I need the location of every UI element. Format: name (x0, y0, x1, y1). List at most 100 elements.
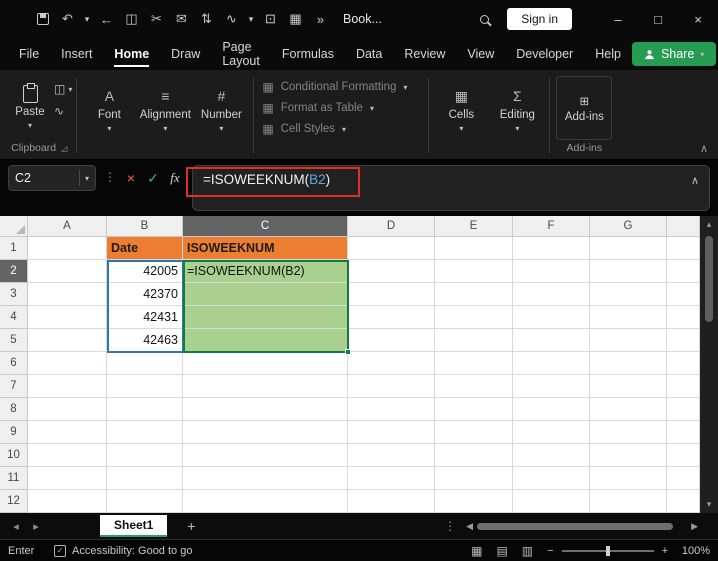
cell-partial-r11[interactable] (667, 467, 700, 490)
cell-B5[interactable]: 42463 (107, 329, 183, 352)
undo-dropdown-icon[interactable]: ▾ (80, 6, 94, 32)
cell-partial-r2[interactable] (667, 260, 700, 283)
formula-input[interactable]: =ISOWEEKNUM(B2) ∧ (192, 165, 710, 211)
col-header-E[interactable]: E (435, 216, 513, 237)
cell-F8[interactable] (513, 398, 590, 421)
cell-B12[interactable] (107, 490, 183, 513)
cell-A8[interactable] (28, 398, 107, 421)
cell-B1[interactable]: Date (107, 237, 183, 260)
cell-E5[interactable] (435, 329, 513, 352)
cell-A1[interactable] (28, 237, 107, 260)
cell-F4[interactable] (513, 306, 590, 329)
normal-view-icon[interactable]: ▦ (471, 544, 482, 558)
search-icon[interactable] (472, 6, 497, 32)
cell-G11[interactable] (590, 467, 667, 490)
cell-E1[interactable] (435, 237, 513, 260)
row-header-5[interactable]: 5 (0, 329, 28, 352)
row-header-4[interactable]: 4 (0, 306, 28, 329)
row-header-10[interactable]: 10 (0, 444, 28, 467)
zoom-level[interactable]: 100% (676, 545, 710, 557)
cell-G3[interactable] (590, 283, 667, 306)
undo-icon[interactable]: ↶ (55, 6, 80, 32)
cell-E3[interactable] (435, 283, 513, 306)
col-header-A[interactable]: A (28, 216, 107, 237)
col-header-C[interactable]: C (183, 216, 348, 237)
copy-button[interactable]: ◫▾ (54, 82, 72, 96)
cell-partial-r4[interactable] (667, 306, 700, 329)
tab-insert[interactable]: Insert (50, 38, 103, 70)
cell-F1[interactable] (513, 237, 590, 260)
col-header-G[interactable]: G (590, 216, 667, 237)
row-header-2[interactable]: 2 (0, 260, 28, 283)
cell-partial-r12[interactable] (667, 490, 700, 513)
cell-G2[interactable] (590, 260, 667, 283)
alignment-group-button[interactable]: ≡ Alignment ▾ (137, 74, 193, 157)
cell-partial-r10[interactable] (667, 444, 700, 467)
zoom-slider[interactable] (562, 550, 654, 552)
col-header-B[interactable]: B (107, 216, 183, 237)
addins-button[interactable]: ⊞ Add-ins (556, 76, 612, 140)
collapse-formula-bar-icon[interactable]: ∧ (691, 174, 699, 187)
cell-partial-r9[interactable] (667, 421, 700, 444)
cell-C11[interactable] (183, 467, 348, 490)
zoom-in-icon[interactable]: + (662, 545, 668, 557)
cell-E2[interactable] (435, 260, 513, 283)
cell-F12[interactable] (513, 490, 590, 513)
cell-F5[interactable] (513, 329, 590, 352)
cells-group-button[interactable]: ▦ Cells ▾ (433, 74, 489, 157)
name-box[interactable]: C2 ▾ (8, 165, 96, 191)
vertical-scroll-thumb[interactable] (705, 236, 713, 322)
horizontal-scroll-track[interactable] (477, 522, 687, 530)
number-group-button[interactable]: # Number ▾ (193, 74, 249, 157)
page-break-view-icon[interactable]: ▥ (522, 544, 533, 558)
cell-A7[interactable] (28, 375, 107, 398)
maximize-button[interactable]: □ (638, 0, 678, 38)
cell-E8[interactable] (435, 398, 513, 421)
cell-partial-r8[interactable] (667, 398, 700, 421)
cell-F7[interactable] (513, 375, 590, 398)
cell-D10[interactable] (348, 444, 435, 467)
cell-B10[interactable] (107, 444, 183, 467)
tab-developer[interactable]: Developer (505, 38, 584, 70)
dialog-launcher-icon[interactable]: ◿ (61, 144, 67, 153)
cell-A5[interactable] (28, 329, 107, 352)
tab-file[interactable]: File (8, 38, 50, 70)
cell-G6[interactable] (590, 352, 667, 375)
cell-D1[interactable] (348, 237, 435, 260)
cell-D5[interactable] (348, 329, 435, 352)
cell-B8[interactable] (107, 398, 183, 421)
row-header-7[interactable]: 7 (0, 375, 28, 398)
cell-G12[interactable] (590, 490, 667, 513)
col-header-D[interactable]: D (348, 216, 435, 237)
cell-A11[interactable] (28, 467, 107, 490)
next-sheet-icon[interactable]: ▸ (26, 520, 46, 533)
sheet-tab-sheet1[interactable]: Sheet1 (100, 515, 167, 537)
formula-bar-handle-icon[interactable]: ⋮ (104, 170, 116, 184)
cell-B11[interactable] (107, 467, 183, 490)
cell-C6[interactable] (183, 352, 348, 375)
scroll-down-icon[interactable]: ▾ (707, 499, 712, 510)
zoom-slider-thumb[interactable] (606, 546, 610, 556)
cell-B3[interactable]: 42370 (107, 283, 183, 306)
scroll-left-icon[interactable]: ◀ (466, 521, 473, 532)
cell-A9[interactable] (28, 421, 107, 444)
cell-C5[interactable] (183, 329, 348, 352)
cell-E12[interactable] (435, 490, 513, 513)
zoom-out-icon[interactable]: − (547, 545, 553, 557)
paste-button[interactable]: Paste ▾ (6, 74, 54, 140)
cell-partial-r6[interactable] (667, 352, 700, 375)
tab-review[interactable]: Review (393, 38, 456, 70)
tab-page-layout[interactable]: Page Layout (211, 38, 271, 70)
tab-help[interactable]: Help (584, 38, 632, 70)
horizontal-scroll-thumb[interactable] (477, 523, 673, 530)
cell-D9[interactable] (348, 421, 435, 444)
insert-function-button[interactable]: fx (164, 165, 186, 191)
grid-tool-icon[interactable]: ▦ (283, 6, 308, 32)
cell-B7[interactable] (107, 375, 183, 398)
tab-draw[interactable]: Draw (160, 38, 211, 70)
tab-view[interactable]: View (456, 38, 505, 70)
vertical-scrollbar[interactable]: ▴ ▾ (700, 216, 718, 513)
back-icon[interactable]: ← (94, 6, 119, 32)
conditional-formatting-button[interactable]: ▦ Conditional Formatting ▾ (262, 80, 420, 94)
row-header-9[interactable]: 9 (0, 421, 28, 444)
